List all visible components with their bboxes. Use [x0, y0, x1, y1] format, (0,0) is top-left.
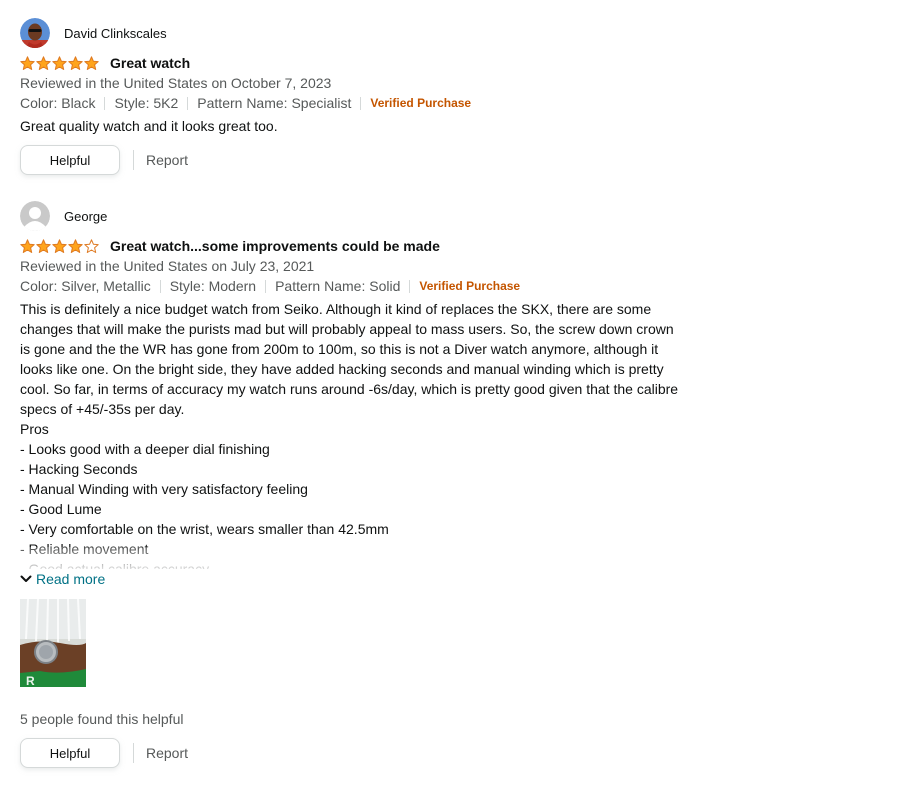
reviewer-profile[interactable]: George: [20, 201, 710, 231]
review-body-line: changes that will make the purists mad b…: [20, 321, 674, 337]
star-full-icon: [52, 55, 67, 70]
review-body: Great quality watch and it looks great t…: [20, 118, 278, 134]
variant-style[interactable]: Style: 5K2: [114, 93, 178, 113]
review-body-line: specs of +45/-35s per day.: [20, 401, 185, 417]
helpful-count: 5 people found this helpful: [20, 711, 184, 727]
review-body-line: Pros: [20, 421, 49, 437]
divider: [409, 279, 411, 293]
svg-text:R: R: [26, 674, 35, 687]
verified-purchase-badge[interactable]: Verified Purchase: [419, 276, 520, 296]
review-variants: Color: Black Style: 5K2 Pattern Name: Sp…: [20, 93, 710, 113]
default-avatar-icon: [20, 201, 50, 231]
star-full-icon: [36, 55, 51, 70]
fade-overlay: [20, 547, 710, 569]
star-rating[interactable]: [20, 55, 100, 71]
divider: [104, 96, 106, 110]
review-variants: Color: Silver, Metallic Style: Modern Pa…: [20, 276, 710, 296]
star-full-icon: [20, 55, 35, 70]
review-date: Reviewed in the United States on July 23…: [20, 258, 315, 274]
read-more-label: Read more: [36, 571, 106, 587]
review-body-lines: This is definitely a nice budget watch f…: [20, 299, 710, 569]
review-actions: Helpful Report: [20, 738, 710, 768]
review-body-line: - Looks good with a deeper dial finishin…: [20, 441, 270, 457]
star-full-icon: [20, 238, 35, 253]
variant-color[interactable]: Color: Silver, Metallic: [20, 276, 151, 296]
star-full-icon: [68, 238, 83, 253]
review-image-thumbnail[interactable]: R: [20, 599, 86, 687]
review-body: This is definitely a nice budget watch f…: [20, 299, 710, 569]
divider: [133, 150, 134, 170]
review-body-line: cool. So far, in terms of accuracy my wa…: [20, 381, 679, 397]
helpful-button[interactable]: Helpful: [20, 145, 120, 175]
review-actions: Helpful Report: [20, 145, 710, 175]
helpful-button[interactable]: Helpful: [20, 738, 120, 768]
review-body-line: - Very comfortable on the wrist, wears s…: [20, 521, 389, 537]
review-body-line: This is definitely a nice budget watch f…: [20, 301, 652, 317]
review-date: Reviewed in the United States on October…: [20, 75, 332, 91]
title-row: Great watch: [20, 53, 710, 73]
review-body-line: - Good Lume: [20, 501, 102, 517]
star-full-icon: [52, 238, 67, 253]
review-title[interactable]: Great watch...some improvements could be…: [110, 238, 440, 254]
star-empty-icon: [84, 238, 99, 253]
title-row: Great watch...some improvements could be…: [20, 236, 710, 256]
avatar-photo-icon: [20, 18, 50, 48]
avatar[interactable]: [20, 201, 50, 231]
star-rating[interactable]: [20, 238, 100, 254]
review-body-line: - Hacking Seconds: [20, 461, 138, 477]
reviewer-name[interactable]: David Clinkscales: [64, 26, 167, 41]
reviewer-profile[interactable]: David Clinkscales: [20, 18, 710, 48]
star-full-icon: [84, 55, 99, 70]
verified-purchase-badge[interactable]: Verified Purchase: [370, 93, 471, 113]
divider: [133, 743, 134, 763]
report-link[interactable]: Report: [146, 152, 188, 168]
divider: [159, 279, 161, 293]
review-body-line: looks like one. On the bright side, they…: [20, 361, 664, 377]
review-title[interactable]: Great watch: [110, 55, 190, 71]
review-card: George Great watch...some improvements c…: [20, 201, 710, 768]
star-full-icon: [36, 238, 51, 253]
variant-pattern[interactable]: Pattern Name: Solid: [275, 276, 400, 296]
avatar[interactable]: [20, 18, 50, 48]
report-link[interactable]: Report: [146, 745, 188, 761]
review-body-line: - Manual Winding with very satisfactory …: [20, 481, 308, 497]
divider: [187, 96, 189, 110]
chevron-down-icon: [20, 575, 32, 582]
review-card: David Clinkscales Great watch Reviewed i…: [20, 18, 710, 175]
variant-style[interactable]: Style: Modern: [170, 276, 256, 296]
review-body-line: is gone and the the WR has gone from 200…: [20, 341, 659, 357]
variant-pattern[interactable]: Pattern Name: Specialist: [197, 93, 351, 113]
divider: [265, 279, 267, 293]
star-full-icon: [68, 55, 83, 70]
divider: [360, 96, 362, 110]
read-more-link[interactable]: Read more: [20, 569, 710, 589]
variant-color[interactable]: Color: Black: [20, 93, 95, 113]
reviewer-name[interactable]: George: [64, 209, 107, 224]
